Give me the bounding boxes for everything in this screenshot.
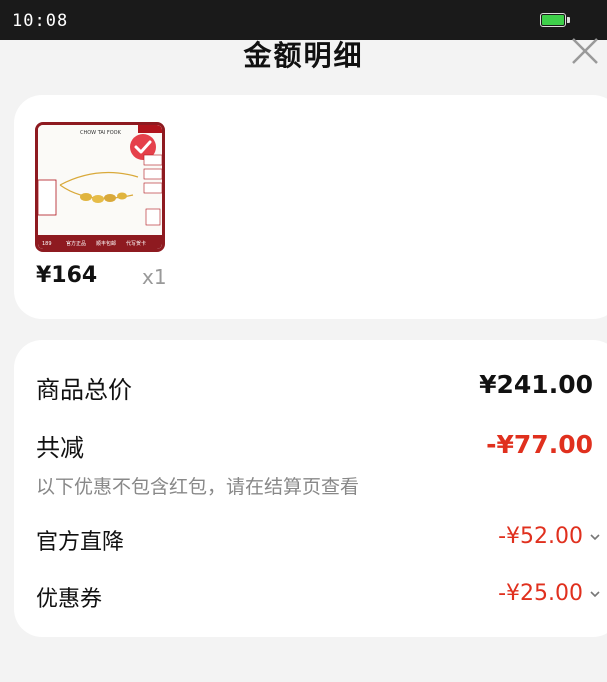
coupon-value[interactable]: -¥25.00 (498, 581, 601, 606)
tag-3: 代写贺卡 (126, 240, 146, 247)
product-card: CHOW TAI FOOK 189 官方正品 顺丰包邮 代写贺卡 ¥164 x1 (14, 95, 607, 319)
reduce-label: 共减 (36, 434, 84, 462)
tag-1: 官方正品 (66, 240, 86, 247)
product-price: ¥164 (36, 263, 98, 288)
sheet-title: 金额明细 (243, 39, 364, 72)
battery-tip (567, 17, 570, 23)
bracelet-image: CHOW TAI FOOK 189 官方正品 顺丰包邮 代写贺卡 (38, 125, 162, 249)
chevron-down-icon (590, 590, 600, 597)
official-discount-label: 官方直降 (36, 530, 125, 555)
total-value: ¥241.00 (479, 370, 593, 399)
battery-icon (540, 13, 566, 27)
official-discount-amount: -¥52.00 (498, 524, 583, 549)
tag-price: 189 (42, 241, 52, 247)
coupon-label: 优惠券 (36, 587, 103, 612)
total-label: 商品总价 (36, 376, 132, 404)
close-button[interactable] (570, 36, 600, 66)
summary-card: 商品总价 ¥241.00 共减 -¥77.00 以下优惠不包含红包，请在结算页查… (14, 340, 607, 637)
brand-text: CHOW TAI FOOK (80, 130, 122, 136)
tag-2: 顺丰包邮 (96, 240, 116, 247)
coupon-amount: -¥25.00 (498, 581, 583, 606)
reduce-value: -¥77.00 (486, 430, 593, 459)
product-quantity: x1 (142, 265, 167, 289)
official-discount-value[interactable]: -¥52.00 (498, 524, 601, 549)
chevron-down-icon (590, 533, 600, 540)
status-time: 10:08 (12, 11, 69, 31)
close-icon (572, 38, 598, 64)
product-image[interactable]: CHOW TAI FOOK 189 官方正品 顺丰包邮 代写贺卡 (35, 122, 165, 252)
discount-note: 以下优惠不包含红包，请在结算页查看 (36, 476, 360, 498)
